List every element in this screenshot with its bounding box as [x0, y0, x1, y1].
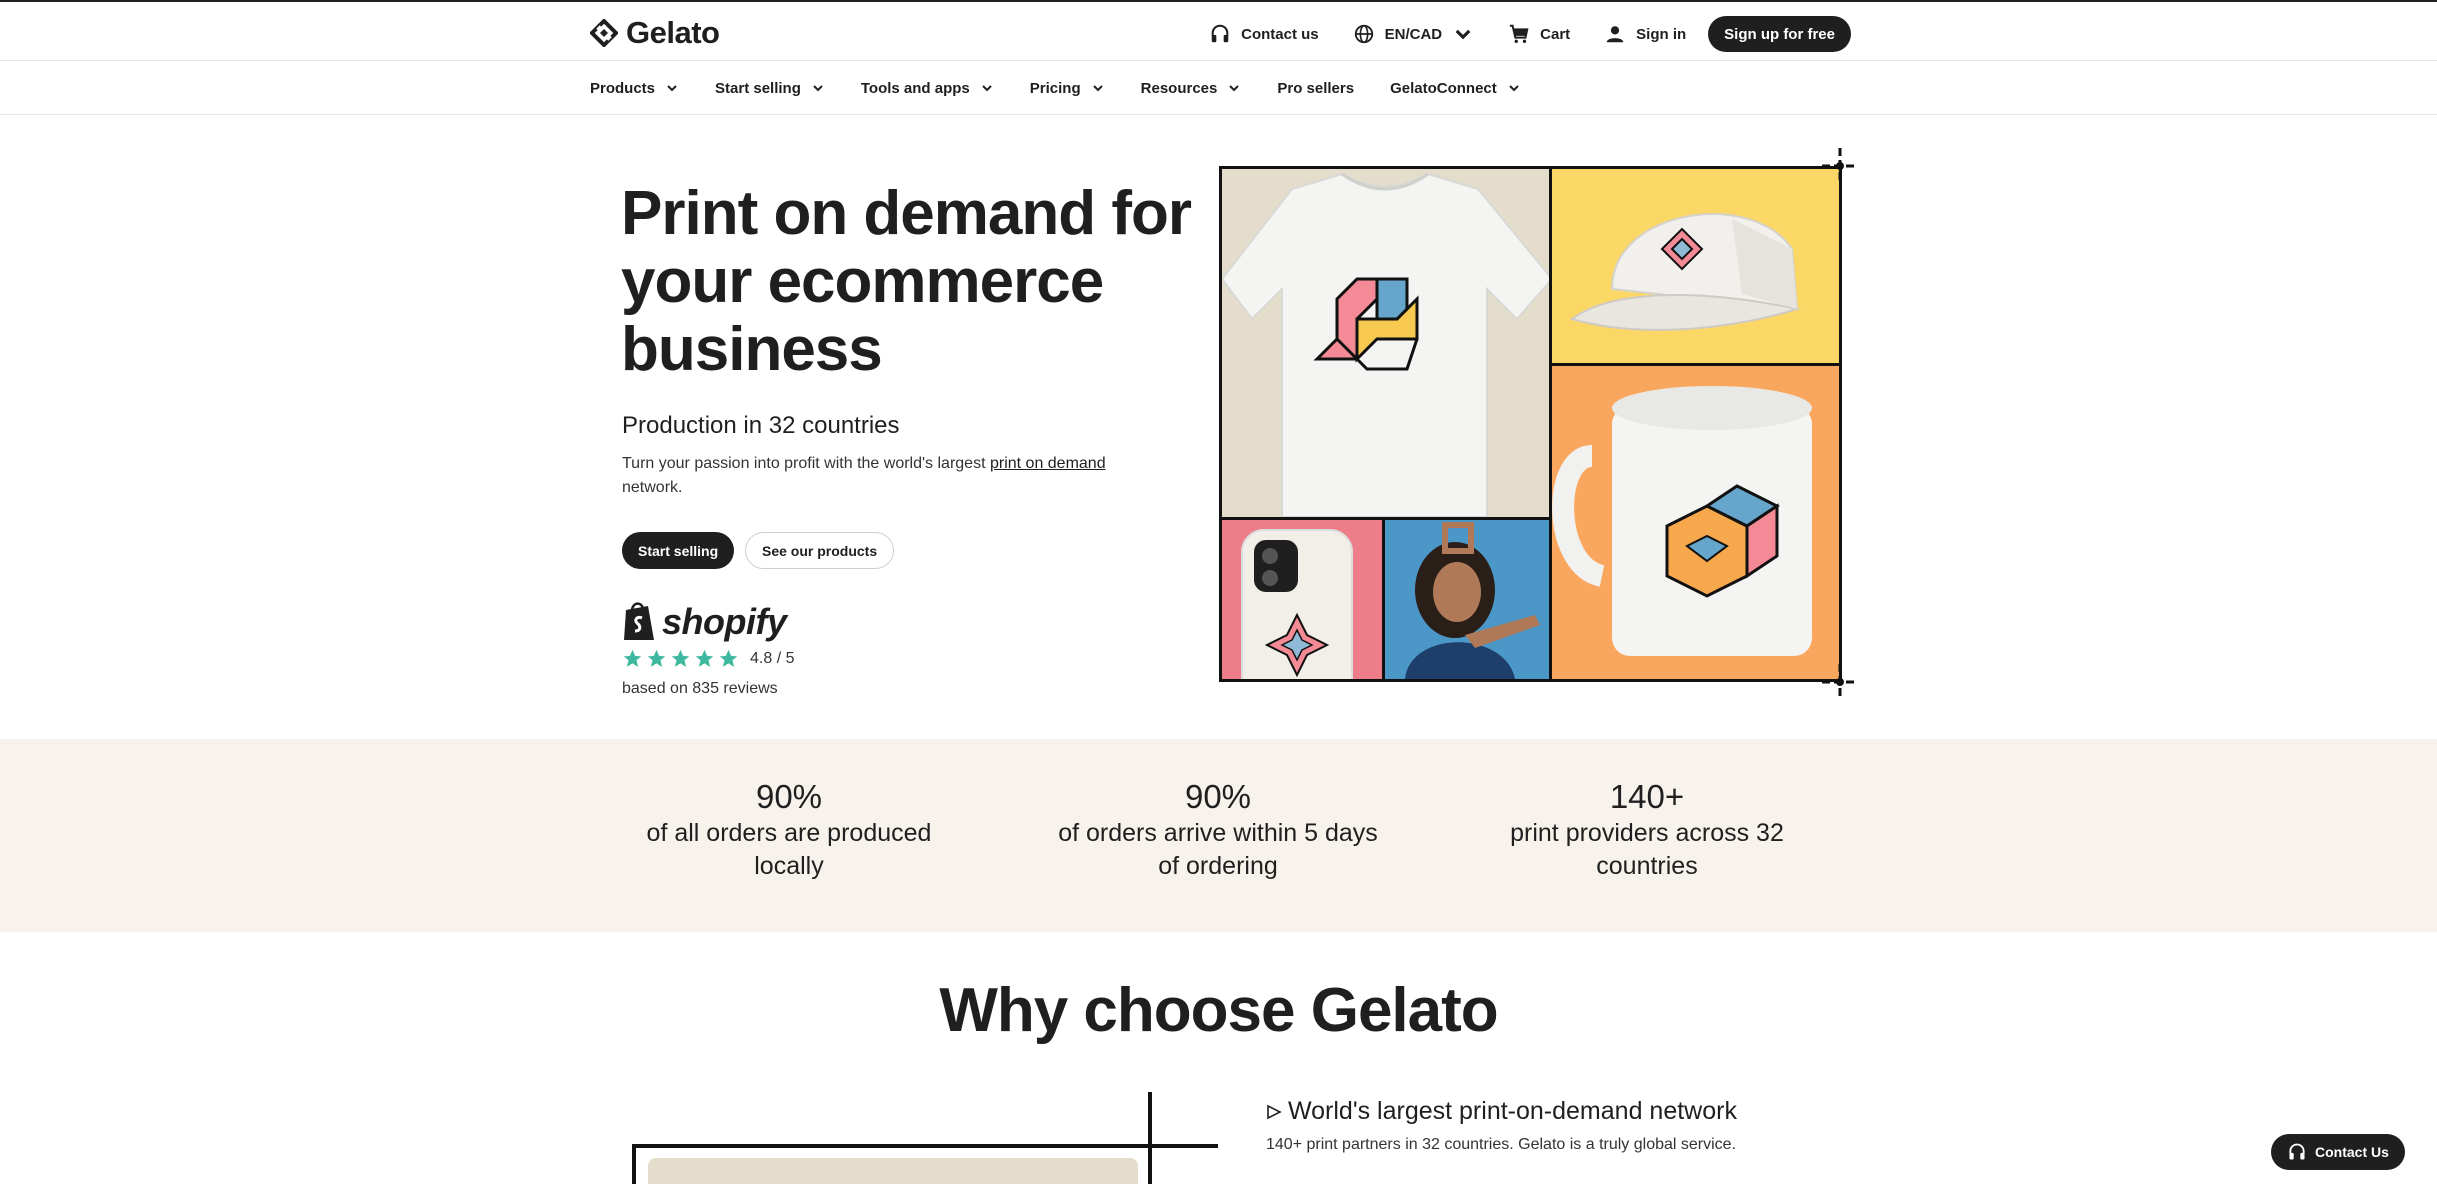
nav-item-start-selling[interactable]: Start selling: [715, 80, 825, 97]
why-image: [648, 1158, 1138, 1184]
contact-us-float-button[interactable]: Contact Us: [2271, 1134, 2405, 1170]
product-collage: [1219, 166, 1842, 682]
contact-us-link[interactable]: Contact us: [1209, 23, 1319, 45]
star-icon: [695, 649, 714, 667]
why-image-frame: [632, 1144, 1152, 1184]
see-products-button[interactable]: See our products: [745, 532, 895, 569]
cart-link[interactable]: Cart: [1508, 23, 1570, 45]
chevron-down-icon: [667, 85, 677, 92]
why-feature-heading[interactable]: World's largest print-on-demand network: [1266, 1097, 1737, 1126]
nav-item-tools-and-apps[interactable]: Tools and apps: [861, 80, 994, 97]
nav-item-label: Pricing: [1029, 79, 1081, 97]
stat-label: of orders arrive within 5 days of orderi…: [1058, 819, 1378, 880]
chevron-down-icon: [1509, 85, 1519, 92]
rating: 4.8 / 5: [622, 648, 794, 669]
shopify-logo: shopify: [622, 600, 787, 642]
phone-case-image: [1222, 520, 1382, 679]
nav-item-pricing[interactable]: Pricing: [1030, 80, 1105, 97]
stat-item: 90% of orders arrive within 5 days of or…: [1048, 777, 1388, 883]
hero-title: Print on demand for your ecommerce busin…: [621, 179, 1192, 384]
star-icon: [647, 649, 666, 667]
hero-description: Turn your passion into profit with the w…: [622, 452, 1142, 500]
nav-item-resources[interactable]: Resources: [1141, 80, 1242, 97]
nav-item-label: Resources: [1140, 79, 1218, 97]
headset-icon: [2289, 1143, 2305, 1160]
person-image: [1385, 520, 1549, 679]
main-nav: Products Start selling Tools and apps Prici…: [0, 61, 2437, 115]
tshirt-image: [1222, 169, 1549, 517]
stat-label: print providers across 32 countries: [1510, 819, 1784, 880]
stat-value: 90%: [755, 778, 823, 815]
cart-label: Cart: [1540, 25, 1571, 43]
locale-selector[interactable]: EN/CAD: [1353, 23, 1475, 45]
rating-value: 4.8 / 5: [750, 649, 795, 667]
reviews-count: based on 835 reviews: [622, 680, 778, 697]
stat-value: 90%: [1184, 778, 1252, 815]
nav-item-label: Products: [590, 79, 656, 97]
star-icon: [623, 649, 642, 667]
stat-label: of all orders are produced locally: [646, 819, 932, 880]
globe-icon: [1354, 24, 1373, 44]
shopify-wordmark: shopify: [662, 601, 787, 642]
chevron-down-icon: [813, 85, 823, 92]
headset-icon: [1211, 24, 1229, 43]
hero-desc-end: network.: [622, 479, 683, 496]
top-bar: Gelato Contact us EN/CAD Cart Sign in Si…: [0, 0, 2437, 61]
why-feature-heading-text: World's largest print-on-demand network: [1288, 1097, 1737, 1125]
nav-item-label: GelatoConnect: [1390, 79, 1497, 97]
nav-item-pro-sellers[interactable]: Pro sellers: [1277, 80, 1354, 97]
frame-line-horizontal: [1152, 1144, 1218, 1148]
gelato-logo[interactable]: Gelato: [590, 15, 720, 50]
chevron-down-icon: [1092, 85, 1103, 92]
brand-name: Gelato: [626, 15, 720, 50]
contact-us-label: Contact us: [1241, 25, 1319, 43]
triangle-pointer-icon: [1267, 1104, 1282, 1119]
nav-item-label: Start selling: [715, 79, 801, 97]
contact-us-float-label: Contact Us: [2315, 1144, 2389, 1160]
star-icon: [719, 649, 738, 667]
cart-icon: [1509, 24, 1529, 43]
locale-label: EN/CAD: [1384, 25, 1443, 43]
chevron-down-icon: [1229, 85, 1240, 92]
hero-desc-text: Turn your passion into profit with the w…: [622, 455, 990, 472]
sign-up-button[interactable]: Sign up for free: [1708, 16, 1851, 52]
top-actions: Contact us EN/CAD Cart Sign in Sign up f…: [1209, 16, 1851, 52]
crosshair-bottom-icon: [1822, 664, 1858, 700]
nav-item-products[interactable]: Products: [590, 80, 679, 97]
sign-in-label: Sign in: [1636, 25, 1687, 43]
crosshair-top-icon: [1822, 148, 1858, 184]
cap-image: [1552, 169, 1839, 363]
nav-item-label: Tools and apps: [860, 79, 970, 97]
nav-items: Products Start selling Tools and apps Prici…: [590, 61, 1521, 115]
star-icon: [671, 649, 690, 667]
why-title: Why choose Gelato: [939, 976, 1498, 1045]
chevron-down-icon: [982, 85, 992, 92]
shopify-bag-icon: [624, 602, 654, 640]
start-selling-button[interactable]: Start selling: [622, 532, 735, 569]
why-feature-text: 140+ print partners in 32 countries. Gel…: [1266, 1136, 1737, 1153]
stat-value: 140+: [1609, 778, 1685, 815]
nav-item-label: Pro sellers: [1277, 79, 1355, 97]
nav-item-gelatoconnect[interactable]: GelatoConnect: [1390, 80, 1521, 97]
frame-line-vertical: [1148, 1092, 1152, 1184]
hero-subtitle: Production in 32 countries: [622, 412, 900, 439]
gelato-logo-icon: [590, 19, 618, 47]
sign-in-link[interactable]: Sign in: [1604, 23, 1686, 45]
chevron-down-icon: [1455, 29, 1471, 40]
stat-item: 140+ print providers across 32 countries: [1477, 777, 1817, 883]
mug-image: [1552, 366, 1839, 679]
stat-item: 90% of all orders are produced locally: [619, 777, 959, 883]
stats-band: 90% of all orders are produced locally 9…: [0, 739, 2437, 932]
user-icon: [1606, 26, 1624, 43]
print-on-demand-link[interactable]: print on demand: [990, 455, 1106, 472]
